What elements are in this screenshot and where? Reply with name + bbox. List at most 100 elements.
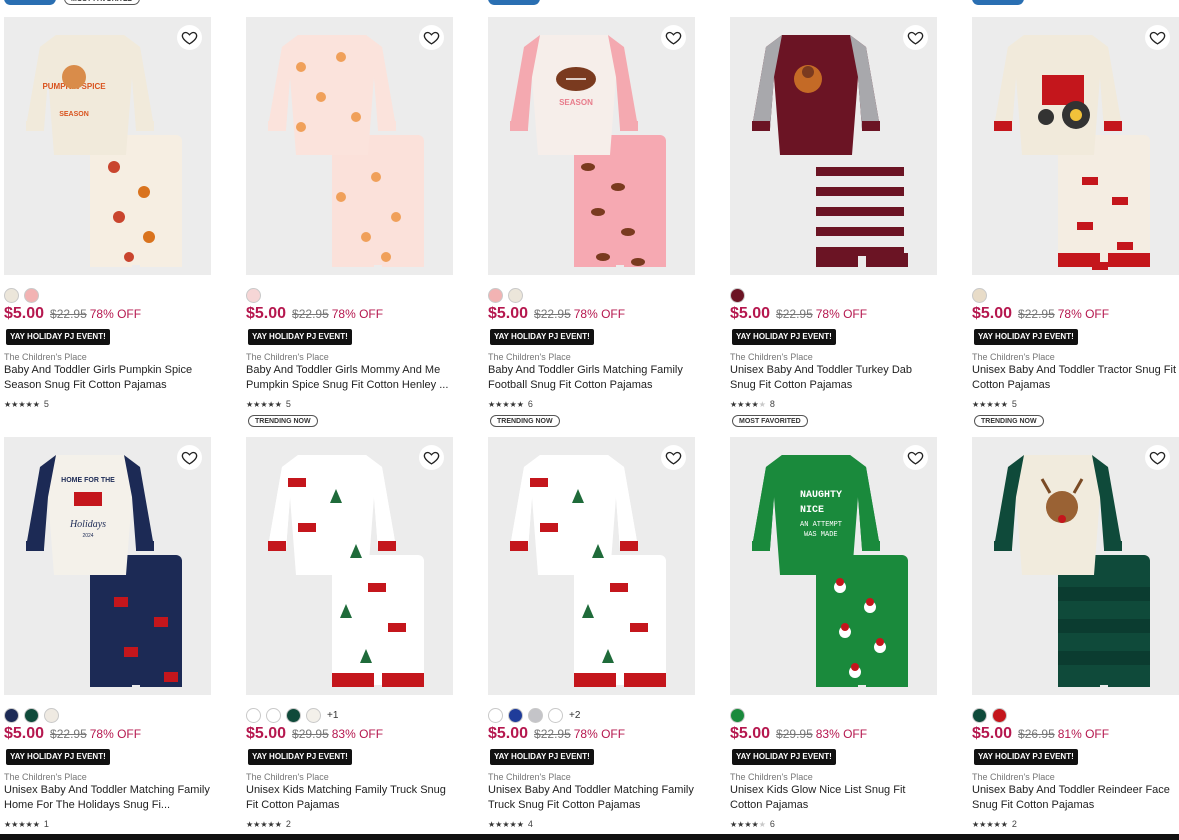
color-swatch[interactable] xyxy=(508,707,523,723)
heart-icon[interactable] xyxy=(177,25,202,50)
price-row: $5.00 $22.95 78% OFF xyxy=(4,725,141,745)
color-swatch[interactable] xyxy=(548,707,563,723)
heart-icon[interactable] xyxy=(419,445,444,470)
color-swatch[interactable] xyxy=(992,707,1007,723)
pumpkin-spice-pajamas-image[interactable]: PUMPKIN SPICE SEASON xyxy=(4,17,211,275)
football-pajamas-image[interactable]: SEASON xyxy=(488,17,695,275)
product-tag: TRENDING NOW xyxy=(490,415,560,427)
rating[interactable]: ★★★★★ 8 xyxy=(730,398,775,410)
product-card[interactable]: +1 $5.00 $29.95 83% OFF YAY HOLIDAY PJ EVENT… xyxy=(246,437,456,837)
product-card[interactable]: $5.00 $22.95 78% OFF YAY HOLIDAY PJ EVENT! T… xyxy=(246,17,456,427)
color-swatch[interactable] xyxy=(286,707,301,723)
color-swatch[interactable] xyxy=(4,287,19,303)
product-card[interactable]: $5.00 $22.95 78% OFF YAY HOLIDAY PJ EVENT! T… xyxy=(730,17,940,427)
rating[interactable]: ★★★★★ 6 xyxy=(730,818,775,830)
star-rating-icon: ★★★★★ xyxy=(488,819,524,829)
color-swatch[interactable] xyxy=(488,287,503,303)
turkey-dab-pajamas-image[interactable] xyxy=(730,17,937,275)
product-title: Unisex Baby And Toddler Turkey Dab Snug … xyxy=(730,363,940,393)
product-tag: TRENDING NOW xyxy=(248,415,318,427)
color-swatch[interactable] xyxy=(488,707,503,723)
product-title-link[interactable]: Unisex Baby And Toddler Tractor Snug Fit… xyxy=(972,364,1176,391)
product-title-link[interactable]: Unisex Kids Matching Family Truck Snug F… xyxy=(246,784,446,811)
product-card[interactable]: HOME FOR THE Holidays 2024 $5.00 $22.95 78… xyxy=(4,437,214,837)
color-swatch[interactable] xyxy=(266,707,281,723)
rating[interactable]: ★★★★★ 5 xyxy=(4,398,49,410)
heart-icon[interactable] xyxy=(903,25,928,50)
promo-badge: YAY HOLIDAY PJ EVENT! xyxy=(6,329,110,345)
product-title-link[interactable]: Baby And Toddler Girls Matching Family F… xyxy=(488,364,683,391)
svg-text:SEASON: SEASON xyxy=(59,111,89,118)
rating[interactable]: ★★★★★ 2 xyxy=(972,818,1017,830)
rating[interactable]: ★★★★★ 1 xyxy=(4,818,49,830)
original-price: $22.95 xyxy=(292,307,329,321)
rating-count: 2 xyxy=(1011,819,1017,829)
sale-price: $5.00 xyxy=(730,725,771,742)
rating[interactable]: ★★★★★ 5 xyxy=(246,398,291,410)
rating-count: 5 xyxy=(43,399,49,409)
heart-icon[interactable] xyxy=(1145,445,1170,470)
more-colors-count[interactable]: +1 xyxy=(327,710,338,721)
sale-price: $5.00 xyxy=(488,305,529,322)
color-swatch[interactable] xyxy=(24,707,39,723)
product-card[interactable]: PUMPKIN SPICE SEASON $5.00 $22.95 78% OFF Y… xyxy=(4,17,214,417)
product-card[interactable]: NAUGHTY NICE AN ATTEMPT WAS MADE $5.00 $2… xyxy=(730,437,940,837)
heart-icon[interactable] xyxy=(1145,25,1170,50)
color-swatch[interactable] xyxy=(528,707,543,723)
discount-label: 83% OFF xyxy=(815,727,868,741)
family-truck-toddler-pajamas-image[interactable] xyxy=(488,437,695,695)
sale-price: $5.00 xyxy=(730,305,771,322)
product-title-link[interactable]: Unisex Baby And Toddler Reindeer Face Sn… xyxy=(972,784,1170,811)
color-swatch[interactable] xyxy=(508,287,523,303)
product-card[interactable]: $5.00 $22.95 78% OFF YAY HOLIDAY PJ EVENT! T… xyxy=(972,17,1179,427)
tractor-pajamas-image[interactable] xyxy=(972,17,1179,275)
rating[interactable]: ★★★★★ 6 xyxy=(488,398,533,410)
product-tag: TRENDING NOW xyxy=(974,415,1044,427)
color-swatches xyxy=(246,287,261,303)
more-colors-count[interactable]: +2 xyxy=(569,710,580,721)
product-card[interactable]: +2 $5.00 $22.95 78% OFF YAY HOLIDAY PJ EVENT… xyxy=(488,437,698,837)
color-swatch[interactable] xyxy=(306,707,321,723)
rating-count: 4 xyxy=(527,819,533,829)
mommy-and-me-pajamas-image[interactable] xyxy=(246,17,453,275)
heart-icon[interactable] xyxy=(419,25,444,50)
promo-badge: YAY HOLIDAY PJ EVENT! xyxy=(248,329,352,345)
product-title-link[interactable]: Baby And Toddler Girls Mommy And Me Pump… xyxy=(246,364,448,391)
rating[interactable]: ★★★★★ 5 xyxy=(972,398,1017,410)
color-swatch[interactable] xyxy=(972,287,987,303)
color-swatch[interactable] xyxy=(44,707,59,723)
svg-text:Holidays: Holidays xyxy=(69,519,106,530)
brand-name: The Children's Place xyxy=(488,772,571,782)
product-title-link[interactable]: Baby And Toddler Girls Pumpkin Spice Sea… xyxy=(4,364,192,391)
color-swatch[interactable] xyxy=(24,287,39,303)
product-card[interactable]: SEASON $5.00 $22.95 78% OFF YAY HOLIDAY PJ … xyxy=(488,17,698,427)
heart-icon[interactable] xyxy=(661,445,686,470)
color-swatch[interactable] xyxy=(730,287,745,303)
family-truck-pajamas-image[interactable] xyxy=(246,437,453,695)
product-title: Unisex Baby And Toddler Reindeer Face Sn… xyxy=(972,783,1179,813)
rating-count: 5 xyxy=(1011,399,1017,409)
rating[interactable]: ★★★★★ 2 xyxy=(246,818,291,830)
heart-icon[interactable] xyxy=(661,25,686,50)
color-swatch[interactable] xyxy=(246,287,261,303)
color-swatches xyxy=(972,287,987,303)
product-card[interactable]: $5.00 $26.95 81% OFF YAY HOLIDAY PJ EVENT! T… xyxy=(972,437,1179,837)
product-title-link[interactable]: Unisex Kids Glow Nice List Snug Fit Cott… xyxy=(730,784,905,811)
product-title-link[interactable]: Unisex Baby And Toddler Turkey Dab Snug … xyxy=(730,364,912,391)
product-title-link[interactable]: Unisex Baby And Toddler Matching Family … xyxy=(488,784,694,811)
rating[interactable]: ★★★★★ 4 xyxy=(488,818,533,830)
color-swatch[interactable] xyxy=(246,707,261,723)
reindeer-face-pajamas-image[interactable] xyxy=(972,437,1179,695)
color-swatch[interactable] xyxy=(972,707,987,723)
color-swatch[interactable] xyxy=(4,707,19,723)
home-for-holidays-pajamas-image[interactable]: HOME FOR THE Holidays 2024 xyxy=(4,437,211,695)
naughty-nice-pajamas-image[interactable]: NAUGHTY NICE AN ATTEMPT WAS MADE xyxy=(730,437,937,695)
original-price: $22.95 xyxy=(534,307,571,321)
color-swatch[interactable] xyxy=(730,707,745,723)
heart-icon[interactable] xyxy=(177,445,202,470)
discount-label: 78% OFF xyxy=(573,307,626,321)
product-title-link[interactable]: Unisex Baby And Toddler Matching Family … xyxy=(4,784,210,811)
product-title: Unisex Baby And Toddler Matching Family … xyxy=(488,783,698,813)
heart-icon[interactable] xyxy=(903,445,928,470)
star-rating-icon: ★★★★★ xyxy=(488,399,524,409)
